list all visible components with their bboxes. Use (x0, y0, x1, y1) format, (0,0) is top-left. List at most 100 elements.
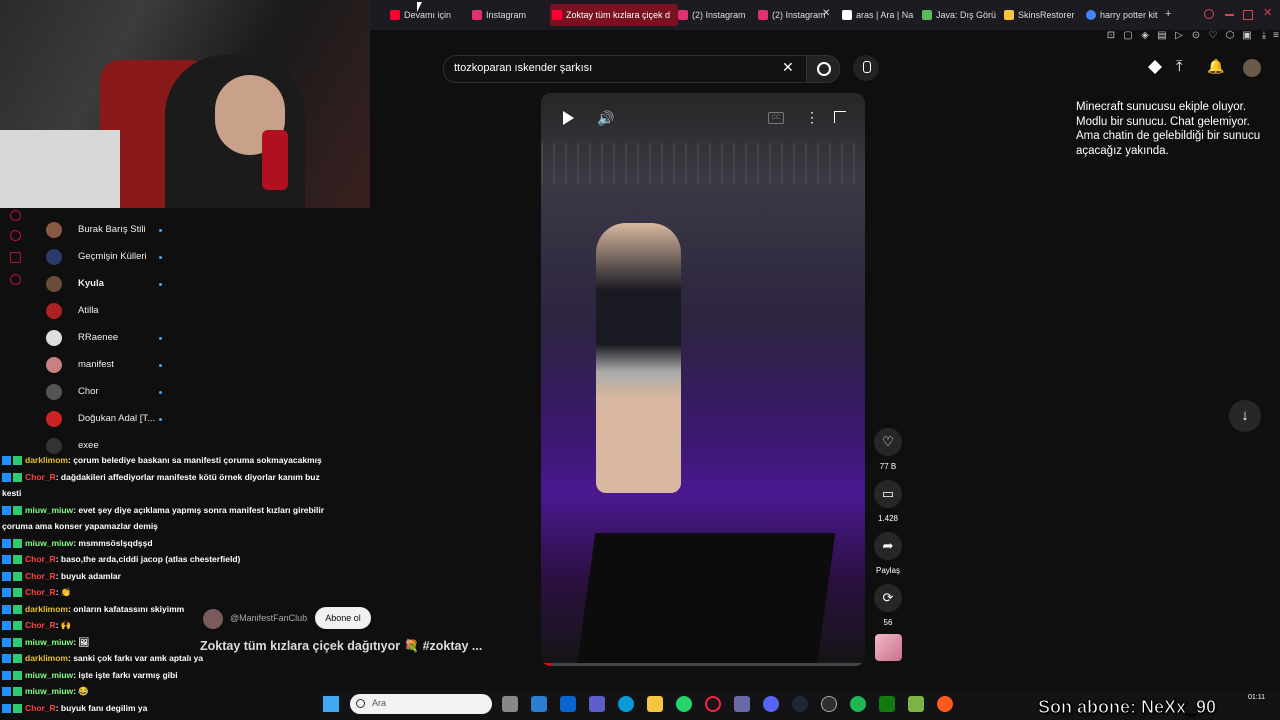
comments-button[interactable]: ▭ (874, 480, 902, 508)
plugin-icon (1004, 10, 1014, 20)
browser-tab-active[interactable]: Zoktay tüm kızlara çiçek d (550, 4, 678, 26)
file-explorer-icon[interactable] (647, 696, 663, 712)
minimize-icon[interactable] (1225, 14, 1234, 16)
search-button[interactable] (806, 55, 840, 83)
search-input[interactable]: ttozkoparan ıskender şarkısı (454, 62, 592, 74)
calculator-icon[interactable] (531, 696, 547, 712)
minecraft-icon[interactable] (908, 696, 924, 712)
clock[interactable]: 01:11 (1248, 694, 1265, 701)
browser-tab[interactable]: aras | Ara | Na (840, 4, 926, 26)
browser-tab[interactable]: SkinsRestorer (1002, 4, 1092, 26)
chat-username[interactable]: darklimom (25, 604, 68, 614)
network-icon[interactable] (734, 696, 750, 712)
windows-start-icon[interactable] (323, 696, 339, 712)
browser-tab[interactable]: (2) Instagram (756, 4, 844, 26)
heart-icon[interactable]: ♡ (1207, 30, 1219, 42)
avatar[interactable] (1243, 59, 1261, 77)
new-tab-icon[interactable]: + (1165, 8, 1171, 20)
channel-avatar[interactable] (203, 609, 223, 629)
browser-tab[interactable]: Java: Dış Görü (920, 4, 1008, 26)
chat-username[interactable]: Chor_R (25, 472, 56, 482)
extensions-icon[interactable]: ⬡ (1224, 30, 1236, 42)
chat-message: miuw_miuw: msmmsöslşqdşşd (2, 538, 153, 549)
chat-username[interactable]: Chor_R (25, 587, 56, 597)
sound-thumbnail[interactable] (875, 634, 902, 661)
edge-icon[interactable] (618, 696, 634, 712)
obs-icon[interactable] (821, 696, 837, 712)
subscription-name: Chor (78, 386, 99, 397)
share-button[interactable]: ➦ (874, 532, 902, 560)
chat-username[interactable]: miuw_miuw (25, 686, 73, 696)
wallet-icon[interactable]: ▣ (1241, 30, 1253, 42)
sidebar-icon[interactable]: ▤ (1156, 30, 1168, 42)
next-video-button[interactable]: ↓ (1229, 400, 1261, 432)
play-icon[interactable] (563, 111, 574, 125)
chat-username[interactable]: miuw_miuw (25, 670, 73, 680)
window-close-icon[interactable]: ✕ (1263, 6, 1272, 19)
teams-icon[interactable] (589, 696, 605, 712)
chat-username[interactable]: miuw_miuw (25, 505, 73, 515)
live-dot (159, 283, 162, 286)
notifications-icon[interactable]: 🔔 (1207, 58, 1224, 75)
outlook-icon[interactable] (560, 696, 576, 712)
shield-icon[interactable]: ◈ (1139, 30, 1151, 42)
chat-username[interactable]: miuw_miuw (25, 538, 73, 548)
chat-username[interactable]: Chor_R (25, 554, 56, 564)
browser-tab[interactable]: Devamı için (388, 4, 476, 26)
pin-icon[interactable]: ⊙ (1190, 30, 1202, 42)
video-title[interactable]: Zoktay tüm kızlara çiçek dağıtıyor 💐 #zo… (200, 639, 482, 654)
chat-username[interactable]: Chor_R (25, 620, 56, 630)
taskbar-search-placeholder[interactable]: Ara (372, 698, 386, 708)
more-options-icon[interactable]: ⋮ (805, 109, 819, 126)
remix-button[interactable]: ⟳ (874, 584, 902, 612)
channel-name[interactable]: @ManifestFanClub (230, 613, 307, 623)
whatsapp-icon[interactable] (676, 696, 692, 712)
chat-username[interactable]: miuw_miuw (25, 637, 73, 647)
clear-search-icon[interactable]: ✕ (782, 59, 794, 76)
twitch-badge-icon (2, 703, 11, 713)
shorts-video-player[interactable]: 🔊 CC ⋮ (541, 93, 865, 666)
subscribe-button[interactable]: Abone ol (315, 607, 371, 629)
chat-username[interactable]: darklimom (25, 653, 68, 663)
subscription-name: manifest (78, 359, 114, 370)
twitch-badge-icon (2, 538, 11, 548)
create-icon[interactable] (1148, 60, 1162, 74)
browser-tab[interactable]: Instagram (470, 4, 556, 26)
play-icon[interactable]: ▷ (1173, 30, 1185, 42)
browser-tab[interactable]: harry potter kit (1084, 4, 1172, 26)
arrow-down-icon: ↓ (1241, 407, 1249, 424)
instagram-icon (758, 10, 768, 20)
menu-icon[interactable]: ≡ (1270, 30, 1280, 42)
search-icon (356, 699, 365, 708)
voice-search-button[interactable] (853, 55, 879, 81)
chat-username[interactable]: darklimom (25, 455, 68, 465)
like-button[interactable]: ♡ (874, 428, 902, 456)
search-box[interactable]: ttozkoparan ıskender şarkısı ✕ (443, 55, 809, 83)
screenshot-icon[interactable]: ▢ (1122, 30, 1134, 42)
taskbar-search[interactable]: Ara (350, 694, 492, 714)
twitch-badge-icon (2, 654, 11, 664)
chat-username[interactable]: Chor_R (25, 571, 56, 581)
browser-tab[interactable]: (2) Instagram (676, 4, 764, 26)
xbox-icon[interactable] (879, 696, 895, 712)
steelseries-icon[interactable] (937, 696, 953, 712)
bookmark-icon[interactable]: ⊡ (1105, 30, 1117, 42)
chat-username[interactable]: Chor_R (25, 703, 56, 713)
download-icon[interactable]: ⤓ (1258, 30, 1270, 42)
search-tabs-icon[interactable] (1204, 9, 1214, 19)
steam-icon[interactable] (792, 696, 808, 712)
chat-text: : çorum belediye baskanı sa manifesti ço… (68, 455, 322, 465)
progress-bar[interactable] (541, 663, 865, 666)
captions-icon[interactable]: CC (768, 112, 784, 124)
volume-icon[interactable]: 🔊 (597, 110, 614, 127)
fullscreen-icon[interactable] (834, 111, 846, 123)
discord-icon[interactable] (763, 696, 779, 712)
task-view-icon[interactable] (502, 696, 518, 712)
opera-gx-icon[interactable] (705, 696, 721, 712)
sub-badge-icon (13, 687, 22, 697)
sub-badge-icon (13, 456, 22, 466)
maximize-icon[interactable] (1243, 10, 1253, 20)
spotify-icon[interactable] (850, 696, 866, 712)
live-dot (159, 256, 162, 259)
upload-icon[interactable]: ⤒ (1176, 58, 1183, 75)
